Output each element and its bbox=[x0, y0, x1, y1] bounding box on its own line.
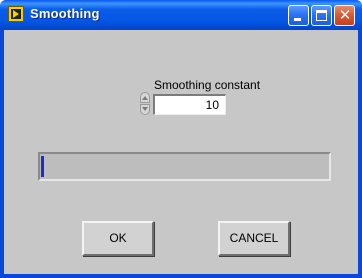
title-bar[interactable]: Smoothing ✕ bbox=[0, 0, 362, 30]
progress-bar bbox=[38, 152, 331, 181]
increment-arrow-icon[interactable] bbox=[140, 92, 150, 103]
dialog-panel: Smoothing constant 10 OK CANCEL bbox=[4, 30, 358, 274]
cancel-button[interactable]: CANCEL bbox=[218, 221, 290, 256]
minimize-icon bbox=[294, 18, 301, 21]
close-icon: ✕ bbox=[338, 6, 352, 24]
progress-bar-fill bbox=[41, 156, 44, 177]
smoothing-constant-stepper[interactable] bbox=[140, 92, 150, 116]
minimize-button[interactable] bbox=[288, 5, 309, 26]
decrement-arrow-icon[interactable] bbox=[140, 104, 150, 115]
smoothing-constant-label: Smoothing constant bbox=[154, 78, 261, 92]
maximize-button[interactable] bbox=[311, 5, 332, 26]
close-button[interactable]: ✕ bbox=[334, 5, 355, 26]
labview-run-icon bbox=[8, 6, 24, 22]
smoothing-constant-input[interactable]: 10 bbox=[153, 94, 226, 115]
window-title: Smoothing bbox=[30, 6, 100, 21]
smoothing-window: Smoothing ✕ Smoothing constant 10 OK CAN… bbox=[0, 0, 362, 278]
maximize-icon bbox=[316, 10, 327, 21]
ok-button[interactable]: OK bbox=[82, 221, 154, 256]
